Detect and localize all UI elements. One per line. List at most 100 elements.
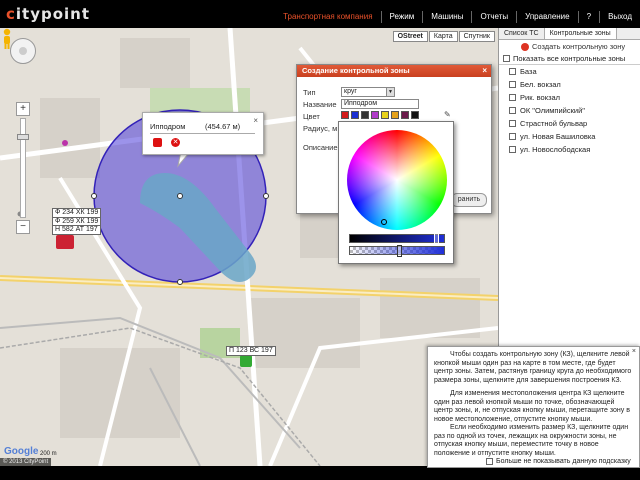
- color-swatch[interactable]: [351, 111, 359, 119]
- color-swatch[interactable]: [391, 111, 399, 119]
- zone-checkbox[interactable]: [509, 94, 516, 101]
- dont-show-row[interactable]: Больше не показывать данную подсказку: [486, 458, 631, 465]
- brightness-slider-thumb[interactable]: [434, 233, 439, 245]
- zone-item[interactable]: Бел. вокзал: [499, 78, 640, 91]
- chevron-down-icon: ▼: [386, 88, 394, 96]
- zone-item[interactable]: База: [499, 65, 640, 78]
- zone-name: Страстной бульвар: [520, 119, 588, 128]
- vehicle-plate[interactable]: Н 582 АТ 197: [52, 225, 101, 235]
- zoom-slider-thumb[interactable]: [17, 134, 29, 140]
- dont-show-checkbox[interactable]: [486, 458, 493, 465]
- create-zone-label: Создать контрольную зону: [532, 42, 626, 51]
- name-label: Название: [303, 100, 337, 109]
- zone-checkbox[interactable]: [509, 120, 516, 127]
- zoom-slider-track[interactable]: [17, 118, 29, 218]
- nav-vehicles[interactable]: Машины: [422, 11, 471, 23]
- nav-management[interactable]: Управление: [516, 11, 577, 23]
- zone-name: База: [520, 67, 537, 76]
- name-input[interactable]: Ипподром: [341, 99, 419, 109]
- panel-tabs: Список ТС Контрольные зоны: [499, 28, 640, 40]
- zone-checkbox[interactable]: [509, 133, 516, 140]
- color-label: Цвет: [303, 112, 320, 121]
- maptype-ostreet[interactable]: OStreet: [392, 31, 428, 42]
- color-swatches: [341, 111, 419, 119]
- nav-logout[interactable]: Выход: [599, 11, 640, 23]
- copyright: © 2013 CityPoint: [0, 458, 52, 466]
- zone-item[interactable]: ул. Новослободская: [499, 143, 640, 156]
- color-picker: [338, 121, 454, 264]
- hint-panel: × Чтобы создать контрольную зону (КЗ), щ…: [427, 346, 640, 468]
- delete-zone-icon[interactable]: ✕: [171, 138, 180, 147]
- popup-close-icon[interactable]: ×: [253, 116, 258, 125]
- zone-checkbox[interactable]: [509, 107, 516, 114]
- zone-name: Рик. вокзал: [520, 93, 561, 102]
- popup-divider: [150, 133, 255, 134]
- description-label: Описание: [303, 143, 338, 152]
- zoom-in-button[interactable]: +: [16, 102, 30, 116]
- main-nav: Транспортная компания Режим Машины Отчет…: [275, 11, 640, 23]
- show-all-checkbox[interactable]: [503, 55, 510, 62]
- map-scale: 200 m: [40, 451, 57, 457]
- color-swatch[interactable]: [361, 111, 369, 119]
- map-type-control: OStreet Карта Спутник: [392, 31, 495, 42]
- dialog-title: Создание контрольной зоны: [302, 66, 410, 75]
- top-bar: citypoint Транспортная компания Режим Ма…: [0, 0, 640, 28]
- zone-item[interactable]: ОК "Олимпийский": [499, 104, 640, 117]
- zone-checkbox[interactable]: [509, 68, 516, 75]
- nav-transport-company[interactable]: Транспортная компания: [275, 11, 380, 23]
- opacity-slider[interactable]: [349, 245, 445, 257]
- citypoint-logo[interactable]: citypoint: [6, 5, 90, 25]
- zone-checkbox[interactable]: [509, 146, 516, 153]
- zone-checkbox[interactable]: [509, 81, 516, 88]
- maptype-map[interactable]: Карта: [428, 31, 458, 42]
- popup-zone-name: Ипподром: [150, 122, 186, 131]
- nav-mode[interactable]: Режим: [380, 11, 423, 23]
- hint-paragraph: Для изменения местоположения центра КЗ щ…: [434, 390, 630, 423]
- dialog-header: Создание контрольной зоны ×: [297, 65, 491, 77]
- dialog-close-icon[interactable]: ×: [482, 65, 487, 77]
- zone-name: ул. Новая Башиловка: [520, 132, 596, 141]
- tab-vehicle-list[interactable]: Список ТС: [499, 28, 545, 39]
- create-zone-button[interactable]: Создать контрольную зону: [503, 42, 636, 51]
- save-button[interactable]: ранить: [451, 193, 487, 207]
- hint-paragraph: Если необходимо изменить размер КЗ, щелк…: [434, 424, 629, 457]
- zone-info-popup: Ипподром (454.67 м) × ✕: [142, 112, 264, 155]
- show-all-label: Показать все контрольные зоны: [513, 54, 626, 63]
- logo-rest: itypoint: [15, 5, 91, 23]
- zoom-control: + −: [16, 102, 30, 234]
- logo-c: c: [6, 5, 16, 23]
- zone-item[interactable]: ул. Новая Башиловка: [499, 130, 640, 143]
- brightness-slider[interactable]: [349, 233, 445, 245]
- color-wheel-cursor[interactable]: [381, 219, 387, 225]
- type-select-value: круг: [344, 88, 357, 95]
- opacity-slider-thumb[interactable]: [397, 245, 402, 257]
- popup-zone-radius: (454.67 м): [205, 122, 241, 131]
- color-swatch[interactable]: [381, 111, 389, 119]
- vehicle-plate[interactable]: П 123 ВС 197: [226, 346, 276, 356]
- color-swatch[interactable]: [401, 111, 409, 119]
- zoom-out-button[interactable]: −: [16, 220, 30, 234]
- add-zone-icon: [521, 42, 529, 51]
- edit-zone-icon[interactable]: [153, 138, 162, 147]
- tab-control-zones[interactable]: Контрольные зоны: [544, 28, 617, 39]
- zone-name: ОК "Олимпийский": [520, 106, 585, 115]
- pencil-icon[interactable]: ✎: [444, 111, 452, 119]
- color-swatch[interactable]: [341, 111, 349, 119]
- color-wheel[interactable]: [347, 130, 447, 230]
- zone-item[interactable]: Рик. вокзал: [499, 91, 640, 104]
- street-view-pegman-icon[interactable]: [0, 28, 14, 50]
- google-logo: Google: [4, 446, 39, 457]
- color-swatch[interactable]: [371, 111, 379, 119]
- hint-paragraph: Чтобы создать контрольную зону (КЗ), щел…: [434, 351, 632, 384]
- radius-label: Радиус, м: [303, 124, 338, 133]
- zone-name: ул. Новослободская: [520, 145, 591, 154]
- nav-help[interactable]: ?: [577, 11, 599, 23]
- color-swatch[interactable]: [411, 111, 419, 119]
- type-select[interactable]: круг ▼: [341, 87, 395, 97]
- zone-item[interactable]: Страстной бульвар: [499, 117, 640, 130]
- zone-name: Бел. вокзал: [520, 80, 561, 89]
- show-all-zones-row[interactable]: Показать все контрольные зоны: [499, 53, 640, 65]
- maptype-satellite[interactable]: Спутник: [458, 31, 495, 42]
- nav-reports[interactable]: Отчеты: [471, 11, 516, 23]
- type-label: Тип: [303, 88, 316, 97]
